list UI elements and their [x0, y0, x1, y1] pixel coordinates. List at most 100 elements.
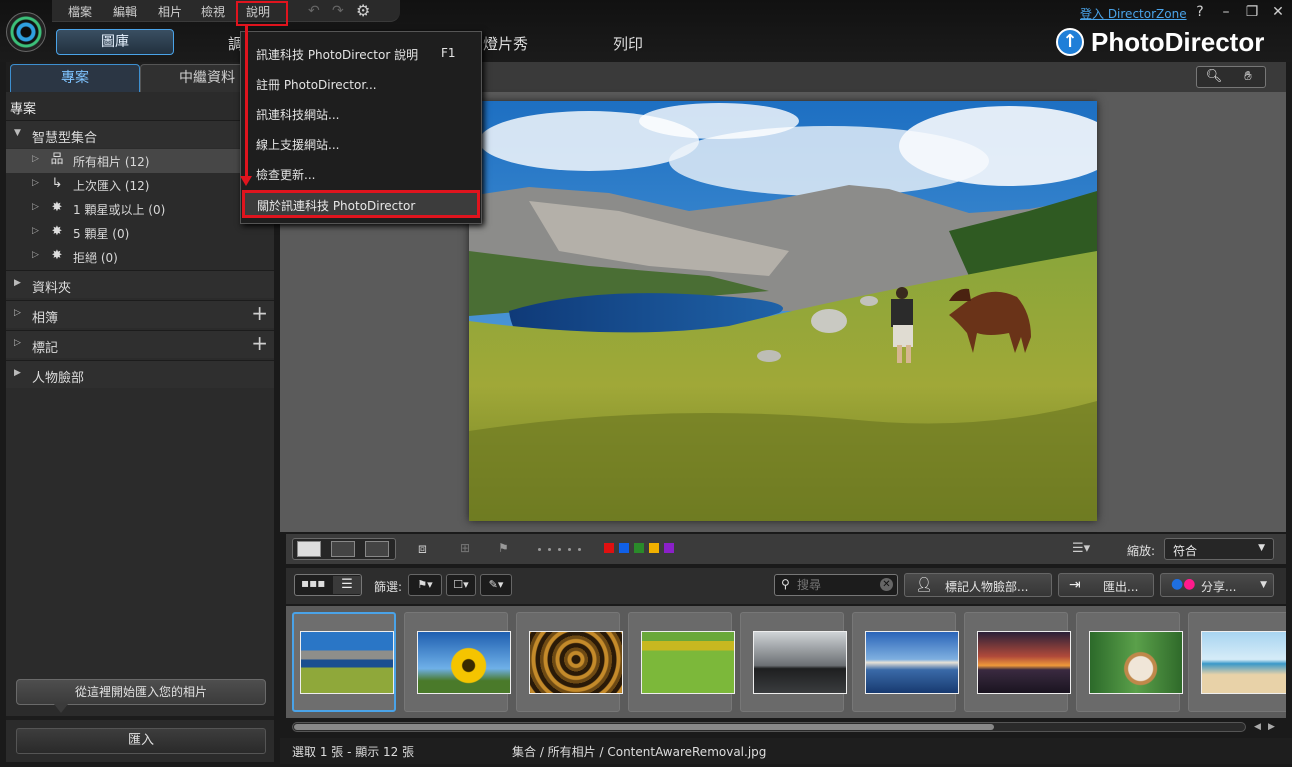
faces-header[interactable]: ▶ 人物臉部 — [6, 360, 274, 388]
panel-title: 專案 — [10, 102, 37, 117]
flag-filter-dropdown[interactable]: ⚑▾ — [408, 574, 442, 596]
hand-pan-icon[interactable]: ✋︎ — [1233, 69, 1263, 85]
search-field[interactable]: ⚲ ✕ — [774, 574, 898, 596]
restore-icon[interactable]: ❐ — [1244, 4, 1260, 20]
rating-dot[interactable] — [578, 548, 581, 551]
section-label: 相簿 — [32, 311, 59, 326]
thumbnail-item[interactable] — [740, 612, 847, 712]
menu-edit[interactable]: 編輯 — [113, 3, 137, 20]
color-label-blue[interactable] — [619, 543, 629, 553]
director-zone-login-link[interactable]: 登入 DirectorZone — [1080, 5, 1187, 22]
thumbnail-scrollbar[interactable] — [292, 722, 1246, 732]
color-label-red[interactable] — [604, 543, 614, 553]
thumbnail-image — [1201, 631, 1286, 694]
search-input[interactable] — [797, 577, 875, 593]
menu-item-about[interactable]: 關於訊連科技 PhotoDirector — [242, 190, 480, 218]
section-label: 智慧型集合 — [32, 131, 98, 146]
menu-view[interactable]: 檢視 — [201, 3, 225, 20]
menu-item-support[interactable]: 線上支援網站... — [256, 136, 339, 153]
thumbnail-image — [641, 631, 735, 694]
menu-item-check-updates[interactable]: 檢查更新... — [256, 166, 315, 183]
close-icon[interactable]: ✕ — [1270, 4, 1286, 20]
rating-dot[interactable] — [568, 548, 571, 551]
export-button[interactable]: ⇥ 匯出... — [1058, 573, 1154, 597]
scroll-right-icon[interactable]: ▶ — [1268, 722, 1275, 732]
tab-slideshow[interactable]: 燈片秀 — [483, 33, 528, 54]
collection-all-photos[interactable]: ▷ 品 所有相片 (12) — [6, 149, 274, 173]
add-album-icon[interactable]: + — [251, 303, 268, 323]
browser-view-toggle[interactable]: ▪▪▪ ☰ — [294, 574, 362, 596]
thumbnail-image — [529, 631, 623, 694]
list-view-icon[interactable]: ☰ — [333, 576, 361, 594]
help-icon[interactable]: ? — [1192, 4, 1208, 20]
redo-icon[interactable]: ↷ — [332, 4, 348, 18]
clear-search-icon[interactable]: ✕ — [880, 578, 893, 591]
rating-dot[interactable] — [558, 548, 561, 551]
smart-collections-header[interactable]: ▼ 智慧型集合 — [6, 120, 274, 148]
undo-icon[interactable]: ↶ — [308, 4, 324, 18]
tab-print[interactable]: 列印 — [613, 33, 643, 54]
menu-item-help[interactable]: 訊連科技 PhotoDirector 說明 — [256, 46, 418, 63]
tab-library[interactable]: 圖庫 — [56, 29, 174, 55]
rating-dot[interactable] — [538, 548, 541, 551]
tab-project[interactable]: 專案 — [10, 64, 140, 92]
add-tag-icon[interactable]: + — [251, 333, 268, 353]
collection-last-import[interactable]: ▷ ↳ 上次匯入 (12) — [6, 173, 274, 197]
scrollbar-thumb[interactable] — [294, 724, 994, 730]
landscape-photo — [469, 101, 1097, 521]
folders-header[interactable]: ▶ 資料夾 — [6, 270, 274, 298]
main-photo[interactable] — [469, 101, 1097, 521]
collection-rejected[interactable]: ▷ ✸ 拒絕 (0) — [6, 245, 274, 269]
thumbnail-item[interactable] — [516, 612, 623, 712]
color-label-yellow[interactable] — [649, 543, 659, 553]
import-button[interactable]: 匯入 — [16, 728, 266, 754]
tag-faces-button[interactable]: 👤︎ 標記人物臉部... — [904, 573, 1052, 597]
button-label: 標記人物臉部... — [945, 580, 1029, 594]
thumbnail-view-icon[interactable]: ▪▪▪ — [301, 576, 325, 590]
chevron-down-icon[interactable]: ▼ — [1260, 580, 1267, 590]
compare-view-button[interactable] — [331, 541, 355, 557]
color-label-green[interactable] — [634, 543, 644, 553]
tags-header[interactable]: ▷ 標記 + — [6, 330, 274, 358]
albums-header[interactable]: ▷ 相簿 + — [6, 300, 274, 328]
panel-tabs: 專案 中繼資料 — [6, 62, 274, 92]
face-tag-icon[interactable]: ⧈ — [418, 541, 427, 557]
collection-five-star[interactable]: ▷ ✸ 5 顆星 (0) — [6, 221, 274, 245]
settings-gear-icon[interactable]: ⚙ — [356, 3, 372, 19]
rating-dot[interactable] — [548, 548, 551, 551]
minimize-icon[interactable]: – — [1218, 4, 1234, 20]
rating-filter-dropdown[interactable]: ☐▾ — [446, 574, 476, 596]
zoom-magnifier-icon[interactable]: 🔍︎ — [1199, 69, 1229, 85]
menu-item-website[interactable]: 訊連科技網站... — [256, 106, 339, 123]
reject-wand-icon: ✸ — [51, 248, 63, 263]
thumbnail-item[interactable] — [404, 612, 511, 712]
flag-icon[interactable]: ⚑ — [498, 541, 509, 555]
add-frame-icon[interactable]: ⊞ — [460, 541, 470, 555]
app-logo-icon[interactable] — [6, 12, 46, 52]
thumbnail-image — [753, 631, 847, 694]
section-label: 資料夾 — [32, 281, 72, 296]
share-button[interactable]: ●● 分享... ▼ — [1160, 573, 1274, 597]
selection-status: 選取 1 張 - 顯示 12 張 — [292, 745, 415, 759]
section-label: 標記 — [32, 341, 59, 356]
thumbnail-item[interactable] — [964, 612, 1071, 712]
thumbnail-strip — [286, 606, 1286, 718]
sort-menu-icon[interactable]: ☰▾ — [1072, 541, 1090, 556]
collection-one-star[interactable]: ▷ ✸ 1 顆星或以上 (0) — [6, 197, 274, 221]
single-view-button[interactable] — [297, 541, 321, 557]
menu-item-about-label: 關於訊連科技 PhotoDirector — [257, 199, 416, 213]
menu-photo[interactable]: 相片 — [158, 3, 182, 20]
thumbnail-item[interactable] — [292, 612, 396, 712]
title-bar: 檔案 編輯 相片 檢視 說明 ↶ ↷ ⚙ 圖庫 調 燈片秀 列印 登入 Dire… — [0, 0, 1292, 62]
thumbnail-item[interactable] — [1076, 612, 1183, 712]
zoom-select[interactable]: 符合 ▼ — [1164, 538, 1274, 560]
menu-item-register[interactable]: 註冊 PhotoDirector... — [256, 76, 377, 93]
edit-filter-dropdown[interactable]: ✎▾ — [480, 574, 512, 596]
thumbnail-item[interactable] — [852, 612, 959, 712]
color-label-purple[interactable] — [664, 543, 674, 553]
thumbnail-item[interactable] — [1188, 612, 1286, 712]
grid-view-button[interactable] — [365, 541, 389, 557]
thumbnail-item[interactable] — [628, 612, 735, 712]
scroll-left-icon[interactable]: ◀ — [1254, 722, 1261, 732]
menu-file[interactable]: 檔案 — [68, 3, 92, 20]
